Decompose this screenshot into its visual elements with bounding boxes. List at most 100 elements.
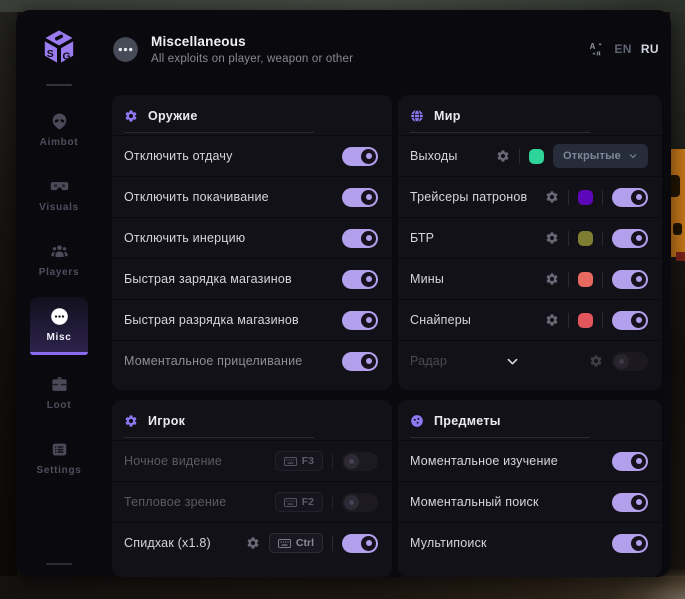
gear-icon[interactable] (589, 354, 603, 368)
gear-icon[interactable] (545, 190, 559, 204)
toggle-knob (361, 149, 376, 164)
toggle-switch[interactable] (342, 229, 378, 248)
background-orange-banner (671, 149, 685, 257)
row-controls (545, 188, 648, 207)
separator (568, 313, 569, 328)
color-swatch[interactable] (578, 190, 593, 205)
sidebar-item-label: Settings (36, 465, 81, 476)
sidebar-bottom-divider (46, 563, 72, 565)
section-card-player: Игрок Ночное видение F3 Тепловое зрение … (112, 400, 392, 577)
players-icon (50, 242, 69, 261)
svg-text:A: A (590, 42, 596, 51)
toggle-knob (361, 272, 376, 287)
toggle-switch[interactable] (342, 534, 378, 553)
language-en[interactable]: EN (614, 42, 631, 56)
feature-row: Моментальное изучение (398, 440, 662, 481)
hotkey-badge[interactable]: F3 (275, 451, 323, 471)
expand-chevron-icon[interactable] (505, 354, 520, 369)
separator (568, 190, 569, 205)
toggle-switch[interactable] (612, 270, 648, 289)
sidebar-item-aimbot[interactable]: Aimbot (30, 102, 88, 157)
feature-row: Тепловое зрение F2 (112, 481, 392, 522)
section-header: Предметы (398, 400, 662, 437)
orb-icon (410, 414, 424, 428)
toggle-switch[interactable] (342, 452, 378, 471)
toggle-switch[interactable] (612, 534, 648, 553)
gear-icon[interactable] (246, 536, 260, 550)
gear-icon[interactable] (545, 313, 559, 327)
feature-row: Ночное видение F3 (112, 440, 392, 481)
color-swatch[interactable] (529, 149, 544, 164)
feature-label: Быстрая разрядка магазинов (124, 313, 299, 327)
toggle-switch[interactable] (342, 493, 378, 512)
toggle-switch[interactable] (342, 188, 378, 207)
main-content: Miscellaneous All exploits on player, we… (102, 10, 671, 577)
toggle-knob (631, 190, 646, 205)
gear-icon[interactable] (545, 272, 559, 286)
sidebar-item-label: Loot (47, 400, 71, 411)
feature-label: БТР (410, 231, 434, 245)
toggle-switch[interactable] (612, 493, 648, 512)
color-swatch[interactable] (578, 313, 593, 328)
feature-label: Моментальный поиск (410, 495, 539, 509)
feature-row: Мультипоиск (398, 522, 662, 563)
svg-text:я: я (597, 49, 601, 57)
sidebar-item-settings[interactable]: Settings (30, 430, 88, 485)
toggle-switch[interactable] (612, 229, 648, 248)
separator (602, 272, 603, 287)
feature-label: Спидхак (x1.8) (124, 536, 211, 550)
feature-label: Мины (410, 272, 444, 286)
sidebar-item-loot[interactable]: Loot (30, 365, 88, 420)
hotkey-badge[interactable]: F2 (275, 492, 323, 512)
feature-label: Быстрая зарядка магазинов (124, 272, 292, 286)
toggle-switch[interactable] (612, 188, 648, 207)
feature-label: Радар (410, 354, 447, 368)
toggle-knob (361, 231, 376, 246)
feature-label: Моментальное прицеливание (124, 354, 302, 368)
row-controls (589, 352, 648, 371)
toggle-switch[interactable] (612, 452, 648, 471)
briefcase-icon (50, 375, 69, 394)
dropdown[interactable]: Открытые (553, 144, 648, 168)
color-swatch[interactable] (578, 272, 593, 287)
toggle-knob (631, 536, 646, 551)
toggle-switch[interactable] (342, 311, 378, 330)
svg-text:S: S (47, 48, 54, 60)
gear-icon (124, 414, 138, 428)
toggle-switch[interactable] (612, 311, 648, 330)
separator (332, 495, 333, 510)
gear-icon[interactable] (545, 231, 559, 245)
sidebar: S G Aimbot Visuals Players Misc Loot Set… (16, 10, 102, 577)
feature-row: Спидхак (x1.8) Ctrl (112, 522, 392, 563)
section-divider (124, 437, 314, 438)
toggle-knob (344, 495, 359, 510)
section-header: Мир (398, 95, 662, 132)
toggle-knob (614, 354, 629, 369)
section-title: Предметы (434, 414, 501, 428)
hotkey-badge[interactable]: Ctrl (269, 533, 323, 553)
feature-label: Мультипоиск (410, 536, 487, 550)
feature-row: Мины (398, 258, 662, 299)
sidebar-item-misc[interactable]: Misc (30, 297, 88, 355)
color-swatch[interactable] (578, 231, 593, 246)
toggle-knob (361, 313, 376, 328)
feature-row: Моментальное прицеливание (112, 340, 392, 381)
language-ru[interactable]: RU (641, 42, 659, 56)
toggle-switch[interactable] (342, 147, 378, 166)
row-controls (342, 270, 378, 289)
sidebar-item-players[interactable]: Players (30, 232, 88, 287)
section-title: Игрок (148, 414, 185, 428)
sidebar-item-label: Players (39, 267, 80, 278)
sidebar-item-visuals[interactable]: Visuals (30, 167, 88, 222)
row-controls (342, 311, 378, 330)
gear-icon[interactable] (496, 149, 510, 163)
feature-label: Отключить отдачу (124, 149, 233, 163)
toggle-switch[interactable] (342, 270, 378, 289)
section-header: Оружие (112, 95, 392, 132)
background-game-bottom (0, 576, 685, 599)
toggle-switch[interactable] (612, 352, 648, 371)
sidebar-nav: Aimbot Visuals Players Misc Loot Setting… (16, 102, 102, 495)
row-controls (545, 270, 648, 289)
toggle-switch[interactable] (342, 352, 378, 371)
row-controls (342, 147, 378, 166)
